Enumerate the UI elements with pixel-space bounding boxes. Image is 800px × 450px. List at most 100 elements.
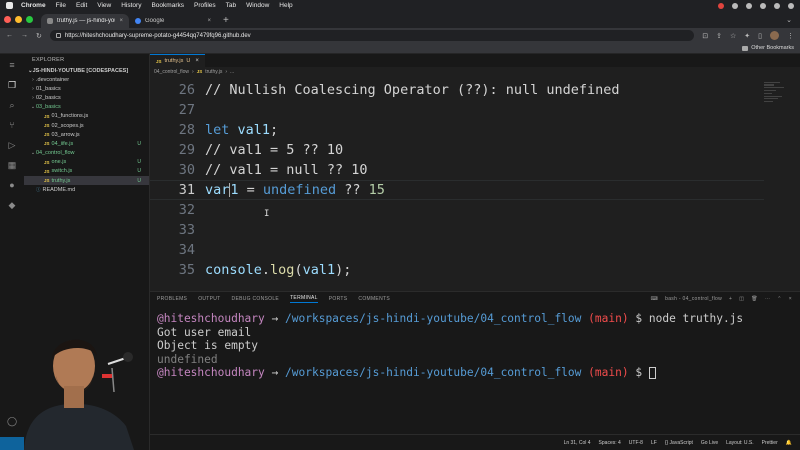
close-panel-icon[interactable]: × — [789, 296, 792, 302]
source-control-icon[interactable]: ⑂ — [7, 120, 17, 130]
line-number[interactable]: 33 — [150, 222, 195, 238]
tab-problems[interactable]: PROBLEMS — [157, 296, 187, 302]
tab-comments[interactable]: COMMENTS — [358, 296, 390, 302]
close-window-icon[interactable] — [4, 16, 11, 23]
close-tab-icon[interactable]: × — [207, 18, 211, 24]
notifications-bell-icon[interactable]: 🔔 — [786, 440, 792, 446]
kill-terminal-icon[interactable]: 🗑 — [751, 296, 758, 302]
hamburger-menu-icon[interactable]: ≡ — [7, 60, 17, 70]
terminal-name[interactable]: bash - 04_control_flow — [665, 296, 722, 302]
tree-folder[interactable]: › 02_basics — [24, 93, 149, 102]
chrome-menu-icon[interactable]: ⋮ — [787, 32, 794, 40]
tab-terminal[interactable]: TERMINAL — [290, 295, 318, 303]
battery-icon[interactable] — [774, 2, 780, 9]
menu-history[interactable]: History — [121, 2, 141, 9]
line-number[interactable]: 27 — [150, 102, 195, 118]
tree-file[interactable]: JS 01_functions.js — [24, 112, 149, 121]
menu-bookmarks[interactable]: Bookmarks — [151, 2, 184, 9]
tree-file[interactable]: JS 02_scopes.js — [24, 121, 149, 130]
status-encoding[interactable]: UTF-8 — [629, 440, 643, 446]
line-number[interactable]: 31 — [150, 182, 195, 198]
browser-tab-google[interactable]: Google × — [129, 14, 217, 28]
apple-icon[interactable] — [6, 2, 13, 9]
split-terminal-icon[interactable]: ◫ — [739, 296, 744, 302]
line-number[interactable]: 30 — [150, 162, 195, 178]
code-line[interactable]: 33 — [150, 220, 764, 240]
close-tab-icon[interactable]: × — [195, 58, 199, 64]
status-go-live[interactable]: Go Live — [701, 440, 718, 446]
tree-file[interactable]: ⓘ README.md — [24, 185, 149, 194]
extensions-icon[interactable]: ▦ — [7, 160, 17, 170]
menu-file[interactable]: File — [56, 2, 66, 9]
editor-tab-truthy[interactable]: JS truthy.js U × — [150, 54, 205, 67]
tree-file[interactable]: JS truthy.js U — [24, 176, 149, 186]
record-icon[interactable] — [718, 2, 724, 9]
line-number[interactable]: 29 — [150, 142, 195, 158]
search-icon[interactable]: ⌕ — [7, 100, 17, 110]
back-icon[interactable]: ← — [6, 32, 13, 39]
line-number[interactable]: 34 — [150, 242, 195, 258]
tree-file[interactable]: JS switch.js U — [24, 167, 149, 176]
tab-output[interactable]: OUTPUT — [198, 296, 220, 302]
share-icon[interactable]: ⇪ — [716, 32, 722, 40]
control-center-icon[interactable] — [788, 2, 794, 9]
code-line[interactable]: 26 // Nullish Coalescing Operator (??): n… — [150, 80, 764, 100]
run-debug-icon[interactable]: ▷ — [7, 140, 17, 150]
tree-folder[interactable]: › .devcontainer — [24, 75, 149, 84]
menu-edit[interactable]: Edit — [76, 2, 87, 9]
docker-icon[interactable]: ◆ — [7, 200, 17, 210]
maximize-window-icon[interactable] — [26, 16, 33, 23]
line-number[interactable]: 28 — [150, 122, 195, 138]
tree-file[interactable]: JS 04_iife.js U — [24, 139, 149, 148]
other-bookmarks[interactable]: Other Bookmarks — [751, 45, 794, 51]
code-line[interactable]: 30 // val1 = null ?? 10 — [150, 160, 764, 180]
line-number[interactable]: 26 — [150, 82, 195, 98]
profile-avatar[interactable] — [770, 31, 779, 40]
wifi-icon[interactable] — [760, 2, 766, 9]
menu-tab[interactable]: Tab — [226, 2, 236, 9]
code-line[interactable]: 35 console.log(val1); — [150, 260, 764, 280]
explorer-icon[interactable]: ❐ — [7, 80, 17, 90]
breadcrumb-symbol[interactable]: ... — [230, 69, 234, 75]
status-prettier[interactable]: Prettier — [762, 440, 778, 446]
menu-profiles[interactable]: Profiles — [194, 2, 216, 9]
workspace-root[interactable]: ⌄ JS-HINDI-YOUTUBE [CODESPACES] — [24, 66, 149, 75]
status-icon[interactable] — [746, 2, 752, 9]
site-info-icon[interactable] — [55, 33, 61, 38]
extensions-icon[interactable]: ✦ — [744, 32, 750, 40]
menu-window[interactable]: Window — [246, 2, 269, 9]
tree-file[interactable]: JS one.js U — [24, 158, 149, 167]
code-view[interactable]: 26 // Nullish Coalescing Operator (??): n… — [150, 80, 800, 291]
minimize-window-icon[interactable] — [15, 16, 22, 23]
new-terminal-icon[interactable]: + — [729, 296, 732, 302]
code-line[interactable]: 27 — [150, 100, 764, 120]
code-line[interactable]: 34 — [150, 240, 764, 260]
more-actions-icon[interactable]: ⋯ — [765, 296, 770, 302]
status-keyboard-layout[interactable]: Layout: U.S. — [726, 440, 754, 446]
new-tab-icon[interactable]: + — [217, 14, 235, 28]
close-tab-icon[interactable]: × — [119, 18, 123, 24]
maximize-panel-icon[interactable]: ⌃ — [777, 296, 782, 302]
code-line[interactable]: 32 — [150, 200, 764, 220]
breadcrumb-file[interactable]: truthy.js — [205, 69, 222, 75]
github-icon[interactable]: ● — [7, 180, 17, 190]
line-number[interactable]: 32 — [150, 202, 195, 218]
address-bar[interactable]: https://hiteshchoudhary-supreme-potato-g… — [49, 30, 695, 41]
tree-folder[interactable]: › 01_basics — [24, 84, 149, 93]
menu-help[interactable]: Help — [279, 2, 292, 9]
reload-icon[interactable]: ↻ — [36, 32, 42, 40]
tab-ports[interactable]: PORTS — [329, 296, 348, 302]
code-line[interactable]: 31 var1 = undefined ?? 15 — [150, 180, 764, 200]
status-eol[interactable]: LF — [651, 440, 657, 446]
tree-file[interactable]: JS 03_arrow.js — [24, 130, 149, 139]
status-icon[interactable] — [732, 2, 738, 9]
tab-debug-console[interactable]: DEBUG CONSOLE — [232, 296, 280, 302]
minimap[interactable] — [764, 80, 786, 120]
status-language[interactable]: {} JavaScript — [665, 440, 693, 446]
code-line[interactable]: 28 let val1; — [150, 120, 764, 140]
bookmark-star-icon[interactable]: ☆ — [730, 32, 736, 40]
breadcrumb-folder[interactable]: 04_control_flow — [154, 69, 189, 75]
forward-icon[interactable]: → — [21, 32, 28, 39]
code-line[interactable]: 29 // val1 = 5 ?? 10 — [150, 140, 764, 160]
install-app-icon[interactable]: ⊡ — [702, 32, 708, 40]
